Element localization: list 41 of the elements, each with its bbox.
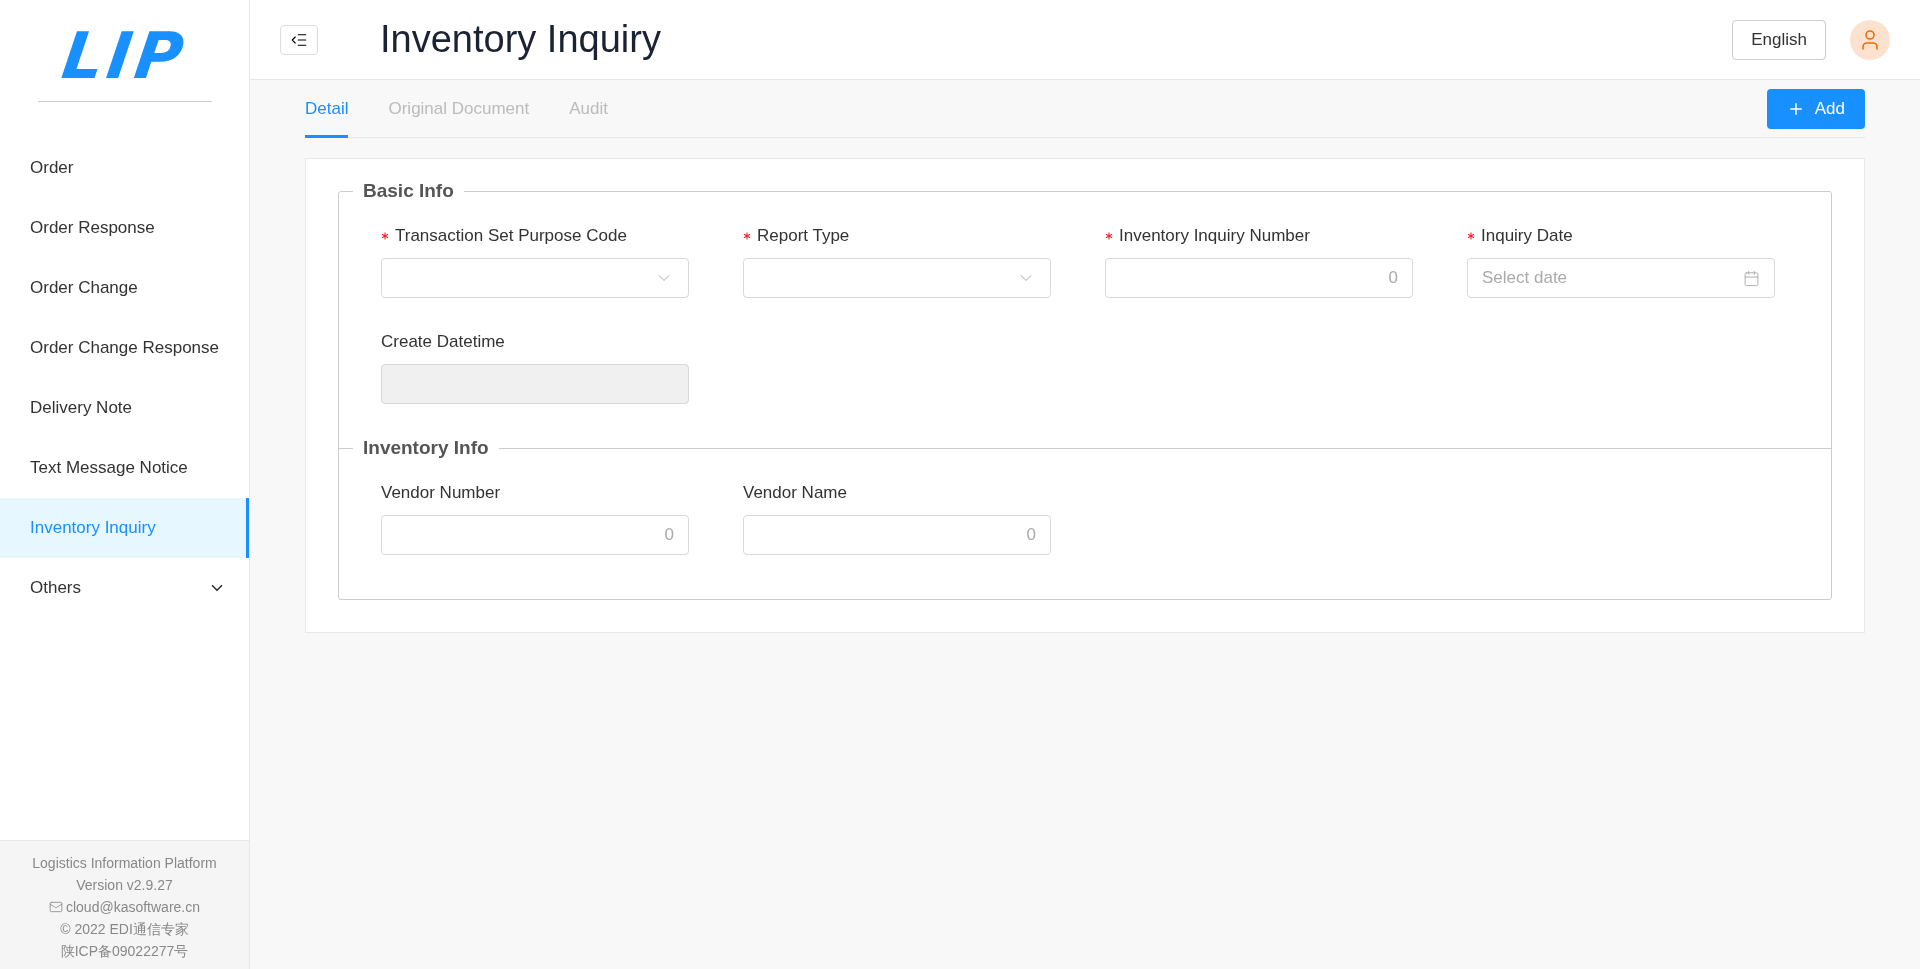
footer-text: © 2022 EDI通信专家 xyxy=(60,920,189,939)
footer-text: cloud@kasoftware.cn xyxy=(65,898,201,917)
sidebar-item[interactable]: Order xyxy=(0,138,249,198)
sidebar-item[interactable]: Delivery Note xyxy=(0,378,249,438)
menu-toggle-button[interactable] xyxy=(280,24,318,55)
sidebar-item[interactable]: Order Change xyxy=(0,258,249,318)
field-label: Transaction Set Purpose Code xyxy=(381,226,689,246)
required-icon xyxy=(1467,232,1475,240)
required-icon xyxy=(743,232,751,240)
required-icon xyxy=(1105,232,1113,240)
calendar-icon xyxy=(1743,269,1760,287)
language-button[interactable]: English xyxy=(1732,19,1826,60)
sidebar-item[interactable]: Others xyxy=(0,558,249,618)
input-field[interactable]: 0 xyxy=(1105,258,1413,298)
page-title: Inventory Inquiry xyxy=(380,18,662,61)
mail-icon xyxy=(48,900,63,914)
field-label: Create Datetime xyxy=(381,332,506,352)
field-label: Vendor Number xyxy=(381,483,502,503)
field-label: Inquiry Date xyxy=(1467,226,1775,246)
sidebar-item[interactable]: Text Message Notice xyxy=(0,438,249,498)
input-field[interactable]: 0 xyxy=(381,515,689,555)
sidebar-item[interactable]: Order Change Response xyxy=(0,318,249,378)
sidebar-item[interactable]: Inventory Inquiry xyxy=(0,498,249,558)
date-field[interactable]: Select date xyxy=(1467,258,1775,298)
sidebar-item[interactable]: Order Response xyxy=(0,198,249,258)
tab[interactable]: Detail xyxy=(305,79,349,138)
tab[interactable]: Audit xyxy=(569,79,608,138)
footer-text: Version v2.9.27 xyxy=(76,876,173,895)
required-icon xyxy=(381,232,389,240)
logo: LIP xyxy=(57,18,192,93)
field-label: Vendor Name xyxy=(743,483,848,503)
tab[interactable]: Original Document xyxy=(388,79,530,138)
footer-text: Logistics Information Platform xyxy=(32,854,217,873)
select-field[interactable] xyxy=(743,258,1051,298)
avatar-button[interactable] xyxy=(1850,19,1890,60)
select-field[interactable] xyxy=(381,258,689,298)
field-label: Inventory Inquiry Number xyxy=(1105,226,1413,246)
add-button[interactable]: Add xyxy=(1766,88,1865,129)
field-label: Report Type xyxy=(743,226,1051,246)
footer-text: 陕ICP备09022277号 xyxy=(60,942,189,961)
input-field[interactable]: 0 xyxy=(743,515,1051,555)
